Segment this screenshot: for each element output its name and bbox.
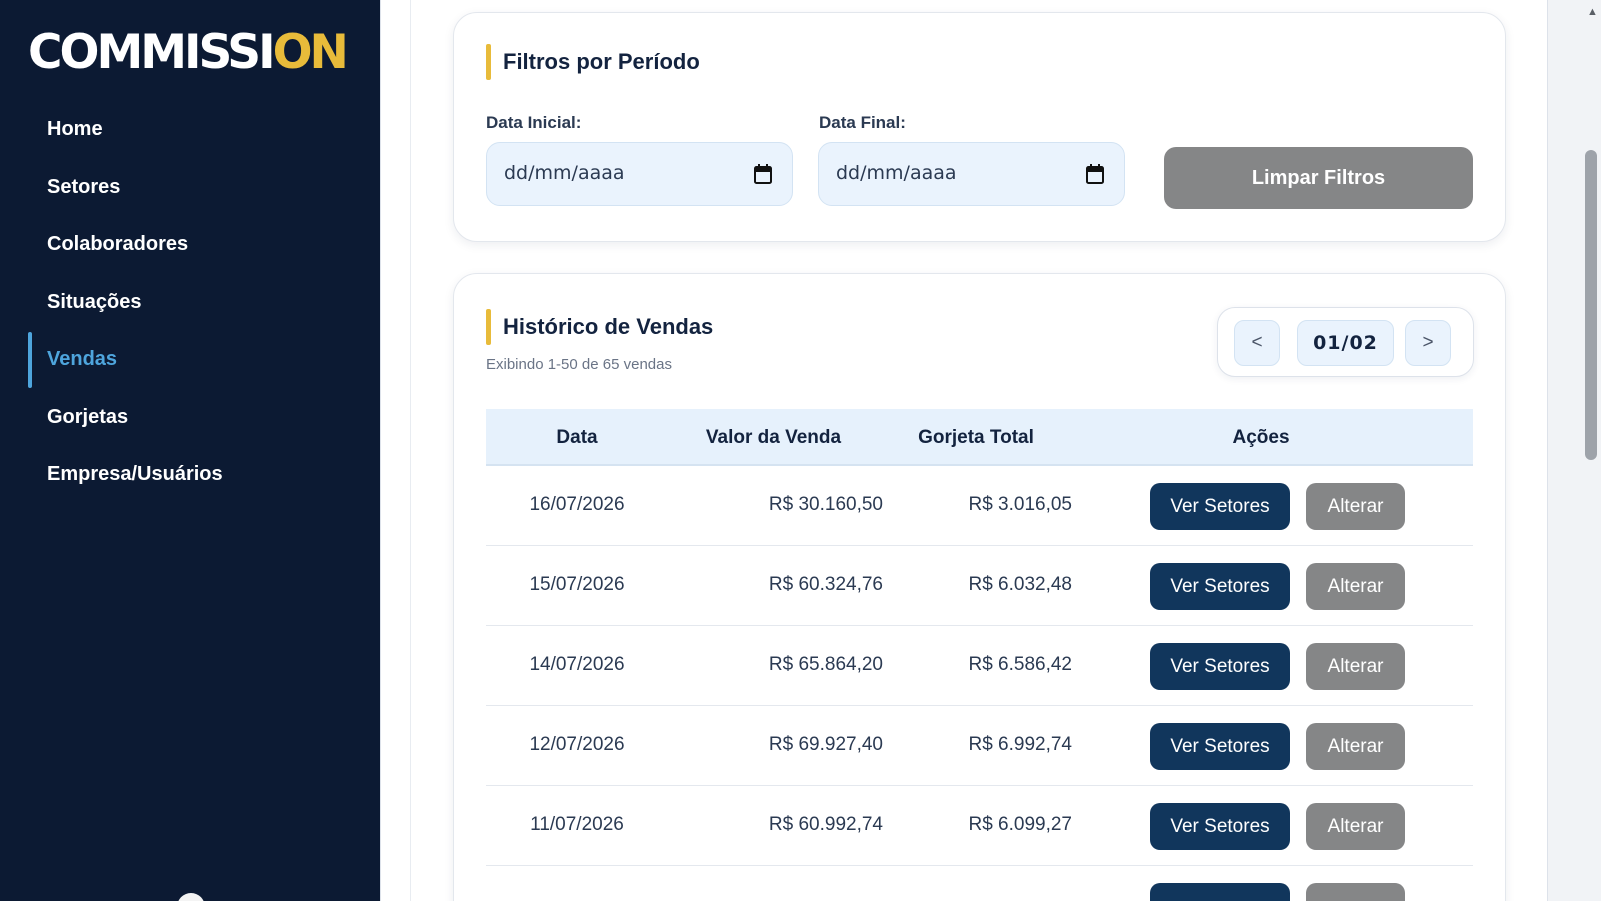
- edit-button[interactable]: Alterar: [1306, 723, 1405, 770]
- edit-button[interactable]: Alterar: [1306, 643, 1405, 690]
- filter-card: Filtros por Período Data Inicial: dd/mm/…: [453, 12, 1506, 242]
- sales-history-card: Histórico de Vendas Exibindo 1-50 de 65 …: [453, 273, 1506, 901]
- logo-text: COMMISSI: [28, 25, 276, 80]
- pagination: < 01/02 >: [1217, 307, 1474, 377]
- view-sectors-button[interactable]: Ver Setores: [1150, 563, 1290, 610]
- cell-tip-total: R$ 3.016,05: [968, 494, 1072, 515]
- scroll-up-arrow-icon[interactable]: ▲: [1587, 6, 1598, 18]
- history-subtitle: Exibindo 1-50 de 65 vendas: [486, 356, 672, 373]
- cell-tip-total: R$ 6.992,74: [968, 734, 1072, 755]
- view-sectors-button[interactable]: Ver Setores: [1150, 803, 1290, 850]
- cell-date: 15/07/2026: [529, 574, 625, 595]
- user-avatar[interactable]: [177, 893, 205, 901]
- filter-title: Filtros por Período: [486, 44, 700, 80]
- sidebar-item-vendas[interactable]: Vendas: [0, 330, 380, 388]
- column-header-data: Data: [556, 427, 598, 448]
- sidebar-item-home[interactable]: Home: [0, 100, 380, 158]
- calendar-icon[interactable]: [754, 164, 772, 184]
- cell-sale-value: R$ 69.927,40: [768, 734, 883, 755]
- edit-button[interactable]: Alterar: [1306, 483, 1405, 530]
- column-header-gorjeta: Gorjeta Total: [918, 427, 1034, 448]
- view-sectors-button[interactable]: [1150, 883, 1290, 901]
- column-header-acoes: Ações: [1232, 427, 1290, 448]
- app-logo[interactable]: COMMISSION: [28, 24, 349, 82]
- cell-tip-total: R$ 6.099,27: [968, 814, 1072, 835]
- cell-sale-value: R$ 30.160,50: [768, 494, 883, 515]
- sidebar-item-setores[interactable]: Setores: [0, 158, 380, 216]
- cell-sale-value: R$ 60.992,74: [768, 814, 883, 835]
- prev-page-button[interactable]: <: [1234, 320, 1280, 366]
- history-title: Histórico de Vendas: [486, 309, 713, 345]
- cell-date: 14/07/2026: [529, 654, 625, 675]
- cell-date: 16/07/2026: [529, 494, 625, 515]
- sales-table: Data Valor da Venda Gorjeta Total Ações …: [486, 409, 1473, 901]
- sidebar-nav: Home Setores Colaboradores Situações Ven…: [0, 100, 380, 503]
- sidebar-item-gorjetas[interactable]: Gorjetas: [0, 388, 380, 446]
- table-row: 11/07/2026 R$ 60.992,74 R$ 6.099,27 Ver …: [486, 786, 1473, 866]
- view-sectors-button[interactable]: Ver Setores: [1150, 643, 1290, 690]
- start-date-label: Data Inicial:: [486, 113, 582, 132]
- table-header: Data Valor da Venda Gorjeta Total Ações: [486, 409, 1473, 466]
- cell-tip-total: R$ 6.586,42: [968, 654, 1072, 675]
- cell-sale-value: R$ 60.324,76: [768, 574, 883, 595]
- end-date-value: dd/mm/aaaa: [836, 162, 957, 184]
- table-row-partial: [486, 866, 1473, 901]
- table-row: 12/07/2026 R$ 69.927,40 R$ 6.992,74 Ver …: [486, 706, 1473, 786]
- clear-filters-button[interactable]: Limpar Filtros: [1164, 147, 1473, 209]
- start-date-value: dd/mm/aaaa: [504, 162, 625, 184]
- cell-tip-total: R$ 6.032,48: [968, 574, 1072, 595]
- cell-date: 12/07/2026: [529, 734, 625, 755]
- edit-button[interactable]: Alterar: [1306, 563, 1405, 610]
- column-header-valor: Valor da Venda: [705, 427, 842, 448]
- sidebar-item-situacoes[interactable]: Situações: [0, 273, 380, 331]
- view-sectors-button[interactable]: Ver Setores: [1150, 483, 1290, 530]
- edit-button[interactable]: Alterar: [1306, 803, 1405, 850]
- sidebar-item-empresa-usuarios[interactable]: Empresa/Usuários: [0, 445, 380, 503]
- page-indicator: 01/02: [1297, 320, 1394, 366]
- cell-date: 11/07/2026: [530, 814, 624, 835]
- start-date-input[interactable]: dd/mm/aaaa: [486, 142, 793, 206]
- scrollbar-thumb[interactable]: [1585, 150, 1597, 460]
- logo-text-accent: ON: [272, 25, 349, 80]
- end-date-label: Data Final:: [819, 113, 906, 132]
- table-row: 16/07/2026 R$ 30.160,50 R$ 3.016,05 Ver …: [486, 466, 1473, 546]
- view-sectors-button[interactable]: Ver Setores: [1150, 723, 1290, 770]
- calendar-icon[interactable]: [1086, 164, 1104, 184]
- table-row: 14/07/2026 R$ 65.864,20 R$ 6.586,42 Ver …: [486, 626, 1473, 706]
- next-page-button[interactable]: >: [1405, 320, 1451, 366]
- table-row: 15/07/2026 R$ 60.324,76 R$ 6.032,48 Ver …: [486, 546, 1473, 626]
- edit-button[interactable]: [1306, 883, 1405, 901]
- sidebar-item-colaboradores[interactable]: Colaboradores: [0, 215, 380, 273]
- cell-sale-value: R$ 65.864,20: [768, 654, 883, 675]
- sidebar: COMMISSION Home Setores Colaboradores Si…: [0, 0, 380, 901]
- end-date-input[interactable]: dd/mm/aaaa: [818, 142, 1125, 206]
